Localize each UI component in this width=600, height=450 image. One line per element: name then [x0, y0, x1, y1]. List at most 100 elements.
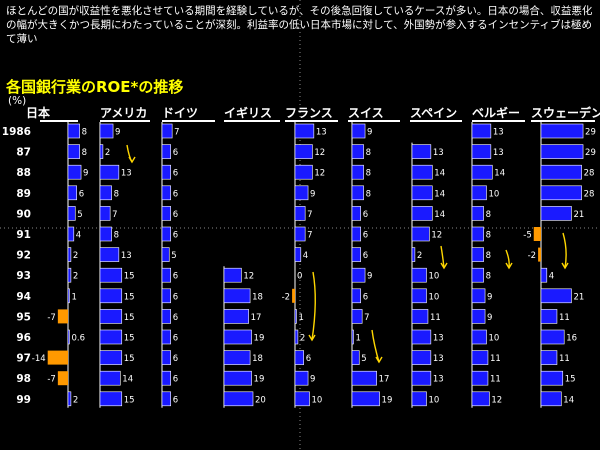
value-label: 6 [173, 169, 178, 179]
bar [540, 206, 572, 221]
bar [99, 350, 123, 365]
bar [540, 267, 548, 283]
value-label: 13 [433, 148, 444, 158]
bar [99, 226, 112, 242]
value-label: 9 [115, 128, 120, 138]
bar [351, 288, 361, 304]
year-label: 1986 [2, 126, 31, 138]
bar [294, 226, 306, 242]
value-label: 19 [382, 395, 393, 405]
bar [540, 288, 572, 304]
value-label: 8 [486, 251, 491, 261]
value-label: 19 [254, 375, 265, 385]
year-label: 96 [16, 332, 31, 344]
year-label: 89 [16, 188, 31, 200]
value-label: 6 [363, 251, 368, 261]
value-label: 5 [361, 354, 366, 364]
value-label: 15 [124, 334, 135, 344]
bar [294, 391, 310, 407]
value-label: 11 [430, 313, 441, 323]
bar [99, 144, 104, 159]
bar [99, 206, 111, 221]
bar [67, 123, 80, 139]
bar [351, 391, 380, 407]
year-label: 95 [16, 311, 31, 323]
value-label: 17 [251, 313, 262, 323]
bar [294, 185, 309, 201]
value-label: 7 [174, 128, 179, 138]
value-label: -7 [47, 313, 55, 323]
bar [161, 329, 171, 345]
bar [540, 144, 584, 159]
year-label: 97 [16, 353, 31, 365]
value-label: 9 [367, 272, 372, 282]
value-label: 12 [491, 395, 502, 405]
bar [351, 123, 366, 139]
value-label: 15 [124, 354, 135, 364]
bar [411, 226, 430, 242]
bar [411, 370, 432, 386]
value-label: 11 [559, 313, 570, 323]
value-label: 4 [76, 231, 81, 241]
value-label: 21 [573, 210, 584, 220]
bar [223, 309, 249, 324]
bar [533, 227, 541, 241]
bars-layer: 198687888990919293949596979899889654221-… [2, 122, 596, 408]
value-label: 6 [306, 354, 311, 364]
bar [471, 288, 486, 304]
bar [351, 247, 361, 262]
value-label: 15 [124, 292, 135, 302]
bar [471, 350, 489, 365]
bar [540, 329, 565, 345]
value-label: 2 [105, 148, 110, 158]
value-label: 14 [434, 210, 445, 220]
value-label: 13 [433, 334, 444, 344]
bar [540, 350, 558, 365]
value-label: 2 [73, 395, 78, 405]
value-label: 2 [300, 334, 305, 344]
value-label: 13 [433, 354, 444, 364]
value-label: 6 [173, 334, 178, 344]
value-label: 10 [489, 334, 500, 344]
value-label: 28 [584, 169, 595, 179]
value-label: 14 [494, 169, 505, 179]
bar [351, 370, 377, 386]
year-label: 87 [16, 147, 31, 159]
bar [411, 391, 427, 407]
value-label: 8 [82, 128, 87, 138]
year-label: 93 [16, 270, 31, 282]
value-label: 16 [566, 334, 577, 344]
bar [351, 226, 361, 242]
bar [471, 123, 492, 139]
value-label: 6 [173, 375, 178, 385]
bar [47, 350, 68, 365]
year-label: 99 [16, 394, 31, 406]
value-label: 20 [255, 395, 266, 405]
bar [411, 144, 432, 159]
bar [294, 144, 313, 159]
value-label: 8 [486, 231, 491, 241]
bar [99, 123, 114, 139]
value-label: 1 [299, 313, 304, 323]
year-label: 88 [16, 167, 31, 179]
bar [471, 226, 484, 242]
bar [161, 288, 171, 304]
bar [538, 247, 541, 262]
value-label: 13 [316, 128, 327, 138]
bar [471, 206, 484, 221]
bar [351, 206, 361, 221]
bar [161, 247, 170, 262]
bar [351, 185, 364, 201]
bar [471, 391, 490, 407]
value-label: 13 [121, 251, 132, 261]
value-label: 13 [493, 148, 504, 158]
value-label: 4 [549, 272, 554, 282]
value-label: 14 [563, 395, 574, 405]
bar [540, 391, 562, 407]
bar [99, 309, 123, 324]
value-label: 5 [77, 210, 82, 220]
value-label: 10 [312, 395, 323, 405]
bar [161, 144, 171, 159]
value-label: 2 [417, 251, 422, 261]
bar [294, 247, 302, 262]
